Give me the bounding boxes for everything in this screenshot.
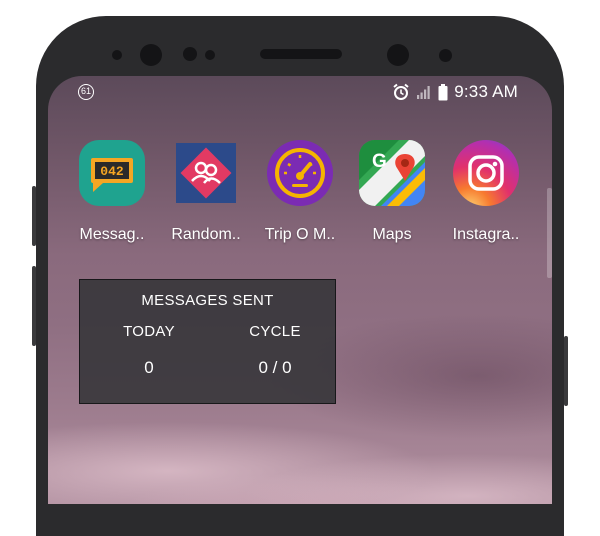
status-time: 9:33 AM xyxy=(454,82,518,101)
app-random[interactable]: Random.. xyxy=(160,140,252,244)
home-screen: 61 9:33 AM 042 Messag.. Random.. Trip O … xyxy=(48,76,552,504)
cycle-column: CYCLE 0 / 0 xyxy=(220,323,330,378)
side-button-left-2 xyxy=(32,266,36,346)
side-button-right xyxy=(564,336,568,406)
sensor-dot xyxy=(205,50,215,60)
sensor-dot xyxy=(112,50,122,60)
status-right-group: 9:33 AM xyxy=(392,82,518,102)
speedometer-app-icon xyxy=(267,140,333,206)
app-label: Trip O M.. xyxy=(264,226,336,243)
random-chat-app-icon xyxy=(173,140,239,206)
message-counter-app-icon: 042 xyxy=(79,140,145,206)
notification-count-icon: 61 xyxy=(78,84,94,100)
maps-app-icon: G xyxy=(359,140,425,206)
today-column: TODAY 0 xyxy=(94,323,204,378)
maps-g-letter: G xyxy=(372,151,387,172)
status-bar: 61 9:33 AM xyxy=(48,76,552,110)
earpiece-speaker xyxy=(260,49,342,59)
sensor-dot xyxy=(439,49,452,62)
cycle-label: CYCLE xyxy=(249,323,301,340)
sensor-dot xyxy=(183,47,197,61)
front-camera xyxy=(140,44,162,66)
app-trip-o-meter[interactable]: Trip O M.. xyxy=(254,140,346,244)
messages-sent-widget[interactable]: MESSAGES SENT TODAY 0 CYCLE 0 / 0 xyxy=(79,279,336,404)
cycle-value: 0 / 0 xyxy=(258,358,292,377)
app-messages[interactable]: 042 Messag.. xyxy=(66,140,158,244)
battery-icon xyxy=(438,83,448,100)
counter-digits: 042 xyxy=(100,164,124,179)
app-label: Random.. xyxy=(171,226,241,243)
iris-sensor xyxy=(387,44,409,66)
widget-title: MESSAGES SENT xyxy=(141,292,274,309)
alarm-icon xyxy=(393,83,409,100)
app-label: Instagra.. xyxy=(452,226,520,243)
side-button-left xyxy=(32,186,36,246)
app-maps[interactable]: G Maps xyxy=(346,140,438,244)
app-label: Messag.. xyxy=(79,226,145,243)
today-label: TODAY xyxy=(123,323,175,340)
app-instagram[interactable]: Instagra.. xyxy=(440,140,532,244)
signal-icon xyxy=(417,86,430,99)
today-value: 0 xyxy=(144,358,154,377)
instagram-app-icon xyxy=(453,140,519,206)
edge-panel-handle[interactable] xyxy=(547,188,552,278)
app-label: Maps xyxy=(372,226,412,243)
